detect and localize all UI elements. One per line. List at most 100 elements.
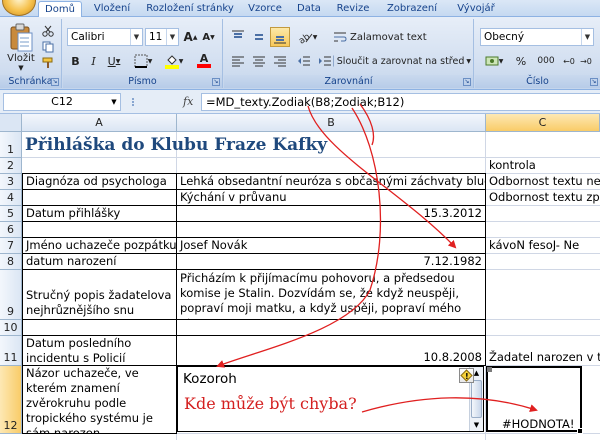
align-center-button[interactable] bbox=[249, 51, 269, 71]
cell-b11-text: 10.8.2008 bbox=[423, 350, 482, 364]
cell-a7[interactable]: Jméno uchazeče pozpátku bbox=[22, 237, 177, 254]
wrap-text-button[interactable]: Zalamovat text bbox=[330, 28, 468, 46]
tab-insert[interactable]: Vložení bbox=[88, 1, 136, 17]
insert-function-button[interactable]: fx bbox=[183, 93, 199, 111]
cell-a10[interactable] bbox=[22, 319, 177, 336]
align-left-button[interactable] bbox=[228, 51, 248, 71]
merge-center-button[interactable]: Sloučit a zarovnat na střed ▼ bbox=[330, 52, 472, 70]
cell-a8[interactable]: datum narození bbox=[22, 253, 177, 270]
shrink-font-button[interactable]: A ▼ bbox=[200, 28, 217, 46]
cell-b10[interactable] bbox=[176, 319, 486, 336]
cell-a9[interactable]: Stručný popis žadatelova nejhrůznějšího … bbox=[22, 269, 177, 320]
font-name-select[interactable]: Calibri ▼ bbox=[67, 28, 143, 46]
cell-b11[interactable]: 10.8.2008 bbox=[176, 335, 486, 366]
cell-a12[interactable]: Názor uchazeče, ve kterém znamení zvěrok… bbox=[22, 365, 177, 434]
increase-decimal-button[interactable]: ←0 bbox=[561, 52, 577, 70]
cell-b4[interactable]: Kýchání v průvanu bbox=[176, 189, 486, 206]
paste-button[interactable]: Vložit ▼ bbox=[4, 21, 38, 73]
borders-button[interactable]: ▼ bbox=[129, 52, 157, 70]
percent-button[interactable]: % bbox=[511, 52, 531, 70]
chevron-down-icon[interactable]: ▼ bbox=[166, 29, 178, 45]
column-header-a[interactable]: A bbox=[22, 114, 177, 132]
page-title[interactable]: Přihláška do Klubu Fraze Kafky bbox=[22, 133, 330, 157]
select-all-button[interactable] bbox=[0, 114, 22, 132]
error-warning-icon[interactable]: ! bbox=[459, 368, 474, 383]
row-header-10[interactable]: 10 bbox=[0, 320, 22, 336]
format-painter-button[interactable] bbox=[40, 55, 56, 70]
cell-a5[interactable]: Datum přihlášky bbox=[22, 205, 177, 222]
bold-button[interactable]: B bbox=[67, 52, 84, 70]
grow-font-button[interactable]: A ▲ bbox=[182, 28, 199, 46]
row-header-12[interactable]: 12 bbox=[0, 366, 22, 434]
column-header-c[interactable]: C bbox=[486, 114, 600, 132]
chevron-down-icon[interactable]: ▼ bbox=[108, 94, 120, 110]
tab-developer[interactable]: Vývojář bbox=[450, 1, 502, 17]
tab-data[interactable]: Data bbox=[292, 1, 326, 17]
tab-review[interactable]: Revize bbox=[332, 1, 374, 17]
cell-a3[interactable]: Diagnóza od psychologa bbox=[22, 173, 177, 190]
row-header-3[interactable]: 3 bbox=[0, 174, 22, 190]
cell-c3[interactable]: Odbornost textu nezpo bbox=[486, 174, 600, 189]
alignment-launcher-icon[interactable]: ↘ bbox=[463, 78, 471, 86]
tab-view[interactable]: Zobrazení bbox=[380, 1, 444, 17]
chevron-down-icon[interactable]: ▼ bbox=[466, 58, 471, 65]
scroll-down-icon[interactable]: ▼ bbox=[470, 419, 483, 431]
cell-c4[interactable]: Odbornost textu zpoch bbox=[486, 190, 600, 205]
cell-b9[interactable]: Přicházím k přijímacímu pohovoru, a před… bbox=[176, 269, 486, 320]
row-header-1[interactable]: 1 bbox=[0, 132, 22, 158]
row-header-11[interactable]: 11 bbox=[0, 336, 22, 366]
decrease-indent-button[interactable] bbox=[294, 51, 314, 71]
row-header-5[interactable]: 5 bbox=[0, 206, 22, 222]
orientation-button[interactable]: ab ▼ bbox=[294, 27, 320, 47]
cell-c7[interactable]: kávoN fesoJ- Ne bbox=[486, 238, 582, 253]
scroll-thumb[interactable] bbox=[471, 380, 482, 418]
formula-bar-splitter[interactable] bbox=[130, 97, 136, 107]
decrease-decimal-button[interactable]: →0 bbox=[578, 52, 594, 70]
cell-c11[interactable]: Žadatel narozen v tém bbox=[486, 350, 600, 365]
column-header-b[interactable]: B bbox=[177, 114, 486, 132]
font-launcher-icon[interactable]: ↘ bbox=[212, 78, 220, 86]
tab-page-layout[interactable]: Rozložení stránky bbox=[142, 1, 238, 17]
font-color-button[interactable]: A bbox=[190, 52, 218, 70]
tab-formulas[interactable]: Vzorce bbox=[244, 1, 286, 17]
cell-b7[interactable]: Josef Novák bbox=[176, 237, 486, 254]
row-header-9[interactable]: 9 bbox=[0, 270, 22, 320]
cell-a6[interactable] bbox=[22, 221, 177, 238]
align-top-button[interactable] bbox=[228, 27, 248, 47]
cut-button[interactable] bbox=[40, 23, 56, 38]
cell-b6[interactable] bbox=[176, 221, 486, 238]
italic-button[interactable]: I bbox=[85, 52, 102, 70]
row-header-7[interactable]: 7 bbox=[0, 238, 22, 254]
number-launcher-icon[interactable]: ↘ bbox=[590, 78, 598, 86]
font-size-select[interactable]: 11 ▼ bbox=[145, 28, 179, 46]
currency-button[interactable]: ▼ bbox=[480, 52, 508, 70]
copy-button[interactable] bbox=[40, 39, 56, 54]
formula-input[interactable]: =MD_texty.Zodiak(B8;Zodiak;B12) bbox=[201, 93, 600, 111]
fill-color-button[interactable]: ▼ bbox=[160, 52, 188, 70]
row-header-6[interactable]: 6 bbox=[0, 222, 22, 238]
cell-a4[interactable] bbox=[22, 189, 177, 206]
underline-button[interactable]: U ▼ bbox=[103, 52, 125, 70]
align-right-button[interactable] bbox=[270, 51, 290, 71]
fill-handle[interactable] bbox=[577, 428, 583, 434]
clipboard-launcher-icon[interactable]: ↘ bbox=[51, 78, 59, 86]
cell-b5[interactable]: 15.3.2012 bbox=[176, 205, 486, 222]
thousands-button[interactable]: 000 bbox=[533, 52, 559, 70]
row-header-8[interactable]: 8 bbox=[0, 254, 22, 270]
tab-home[interactable]: Domů bbox=[38, 1, 82, 18]
align-bottom-button[interactable] bbox=[270, 27, 290, 47]
cell-b3[interactable]: Lehká obsedantní neuróza s občasnými zác… bbox=[176, 173, 486, 190]
number-format-select[interactable]: Obecný ▼ bbox=[480, 28, 594, 46]
cell-a11[interactable]: Datum posledního incidentu s Policií bbox=[22, 335, 177, 366]
office-button[interactable] bbox=[2, 0, 36, 16]
row-header-4[interactable]: 4 bbox=[0, 190, 22, 206]
paste-dropdown-icon[interactable]: ▼ bbox=[18, 64, 23, 72]
cell-b12-value[interactable]: Kozoroh bbox=[183, 371, 237, 387]
row-header-2[interactable]: 2 bbox=[0, 158, 22, 174]
chevron-down-icon[interactable]: ▼ bbox=[130, 29, 142, 45]
cell-c2[interactable]: kontrola bbox=[486, 158, 539, 173]
cell-b8[interactable]: 7.12.1982 bbox=[176, 253, 486, 270]
chevron-down-icon[interactable]: ▼ bbox=[581, 29, 593, 45]
name-box[interactable]: C12 ▼ bbox=[3, 93, 121, 111]
align-middle-button[interactable] bbox=[249, 27, 269, 47]
